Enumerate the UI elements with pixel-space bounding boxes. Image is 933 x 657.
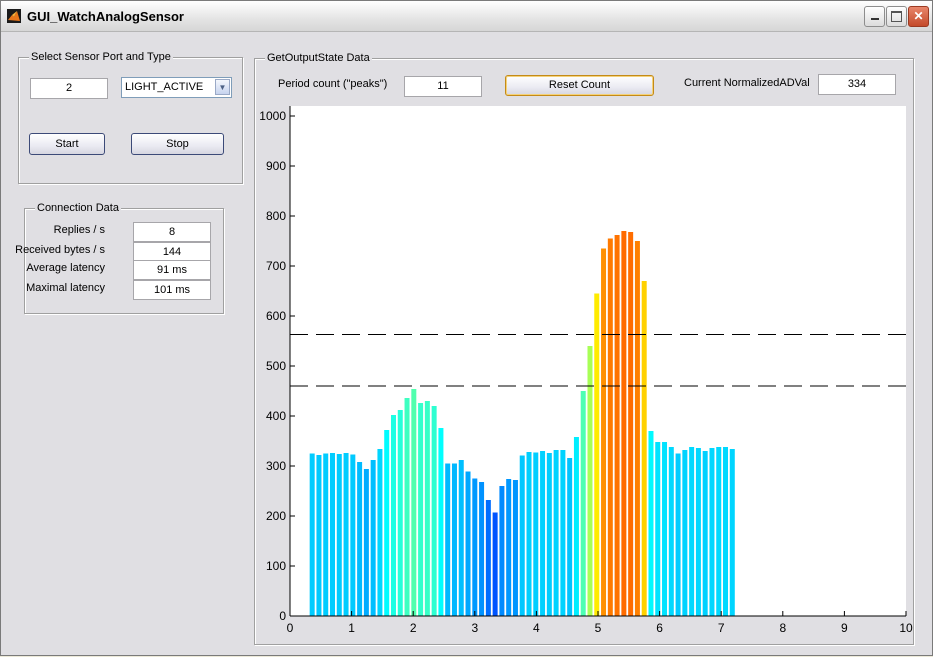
chart-bar [546,453,552,616]
y-tick-label: 0 [279,609,286,623]
chart-bar [607,238,613,616]
chart-bar [506,479,512,616]
chart-bar [323,453,329,616]
chart-bar [648,431,654,616]
chart-bar [370,460,376,616]
x-tick-label: 6 [656,621,663,635]
sensor-bar-chart: 0 1 2 3 4 5 6 7 8 9 100100200300400500600700800900… [259,106,913,635]
chart-bar [702,451,708,616]
chart-bar [377,449,383,616]
y-tick-label: 500 [266,359,286,373]
chart-bar [418,403,424,616]
y-tick-label: 600 [266,309,286,323]
x-tick-label: 3 [471,621,478,635]
chart-bar [614,235,620,616]
chart-bar [716,447,722,616]
chart-bar [316,455,322,616]
chart-bar [330,453,336,616]
chart-bar [451,463,457,616]
chart-bar [695,448,701,616]
chart-bar [533,452,539,616]
chart-bar [580,391,586,616]
chart-bar [384,430,390,616]
chart-bar [682,450,688,616]
chart-bar [621,231,627,616]
x-tick-label: 8 [779,621,786,635]
chart-bar [573,437,579,616]
chart-bar [309,453,315,616]
y-tick-label: 400 [266,409,286,423]
x-tick-label: 7 [718,621,725,635]
x-tick-label: 10 [899,621,913,635]
chart-bar [499,486,505,616]
y-tick-label: 1000 [259,109,286,123]
x-tick-label: 0 [287,621,294,635]
y-tick-label: 300 [266,459,286,473]
y-tick-label: 800 [266,209,286,223]
y-tick-label: 900 [266,159,286,173]
y-tick-label: 700 [266,259,286,273]
chart-bar [350,454,356,616]
chart-bar [540,451,546,616]
x-tick-label: 2 [410,621,417,635]
chart-bar [445,463,451,616]
chart-bar [519,455,525,616]
chart-bar [723,447,729,616]
chart-bar [404,398,410,616]
chart-bar [553,450,559,616]
main-window: GUI_WatchAnalogSensor ✕ Select Sensor Po… [0,0,933,656]
chart-bar [662,442,668,616]
x-tick-label: 9 [841,621,848,635]
chart-bar [729,449,735,616]
chart-bar [424,401,430,616]
chart-bar [628,232,634,616]
chart-bar [479,482,485,616]
x-tick-label: 1 [348,621,355,635]
chart-bar [397,410,403,616]
chart-bar [438,428,444,616]
chart-bar [357,462,363,616]
x-tick-label: 5 [595,621,602,635]
chart-bar [526,452,532,616]
chart-bar [675,453,681,616]
chart-bar [465,471,471,616]
chart-bar [560,450,566,616]
chart-bar [634,241,640,616]
chart-bar [343,453,349,616]
chart-bar [668,447,674,616]
y-tick-label: 100 [266,559,286,573]
chart-bar [431,406,437,616]
y-tick-label: 200 [266,509,286,523]
chart-bar [512,480,518,616]
chart-bar [492,512,498,616]
chart-bar [472,478,478,616]
chart-bar [601,248,607,616]
chart-bar [485,500,491,616]
chart-bar [567,458,573,616]
chart-bar [709,448,715,616]
chart-bar [411,389,417,616]
x-tick-label: 4 [533,621,540,635]
chart-bar [594,293,600,616]
chart-bar [336,454,342,616]
chart-bar [458,460,464,616]
chart-bar [655,442,661,616]
chart-bar [363,469,369,616]
chart-bar [689,447,695,616]
chart-bar [641,281,647,616]
chart-bar [390,415,396,616]
